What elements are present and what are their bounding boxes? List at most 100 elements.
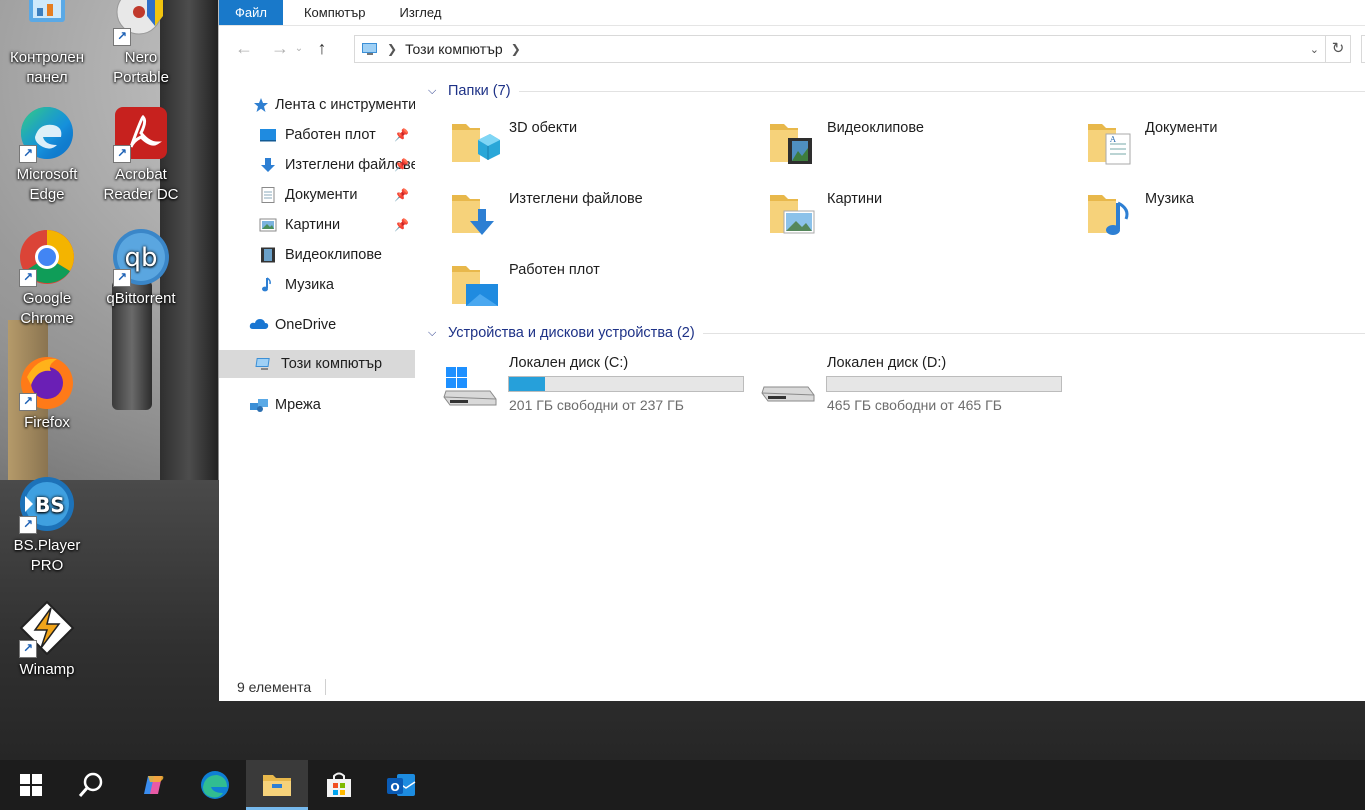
up-arrow-icon[interactable]: ↑: [309, 38, 335, 59]
collapse-chevron-icon[interactable]: ⌵: [428, 327, 442, 340]
address-dropdown-icon[interactable]: ⌄: [1310, 43, 1319, 56]
pin-icon[interactable]: 📌: [394, 188, 409, 202]
search-box[interactable]: [1361, 35, 1365, 63]
content-pane: ⌵ Папки (7) 3D обекти Видеоклипове A Док…: [426, 70, 1365, 660]
shortcut-arrow-icon: ↗: [113, 28, 131, 46]
file-explorer-taskbar-button[interactable]: [246, 760, 308, 810]
nav-item-this-pc[interactable]: Този компютър: [219, 350, 415, 378]
winamp-icon: ↗: [17, 598, 77, 658]
collapse-chevron-icon[interactable]: ⌵: [428, 85, 442, 98]
navigation-pane: Лента с инструменти Работен плот 📌 Изтег…: [219, 90, 416, 670]
nav-item-label: Музика: [285, 277, 334, 293]
copilot-icon: [144, 776, 164, 794]
copilot-button[interactable]: [122, 760, 184, 810]
nav-item-pictures[interactable]: Картини 📌: [219, 211, 415, 239]
nav-item-desktop[interactable]: Работен плот 📌: [219, 121, 415, 149]
windows-drive-icon: [442, 361, 498, 407]
pin-icon[interactable]: 📌: [394, 128, 409, 142]
desktop-icon-qbittorrent[interactable]: qb ↗ qBittorrent: [95, 227, 187, 309]
nav-item-onedrive[interactable]: OneDrive: [219, 311, 415, 339]
desktop-icon-nero[interactable]: ↗ Nero Portable: [95, 0, 187, 88]
edge-taskbar-button[interactable]: [184, 760, 246, 810]
folder-documents[interactable]: A Документи: [1062, 112, 1362, 172]
desktop-icon-acrobat[interactable]: ↗ Acrobat Reader DC: [95, 103, 187, 205]
group-header-folders[interactable]: ⌵ Папки (7): [426, 80, 1365, 102]
network-icon: [249, 397, 268, 413]
3d-objects-folder-icon: [450, 118, 500, 168]
folder-music[interactable]: Музика: [1062, 183, 1362, 243]
tab-computer[interactable]: Компютър: [287, 0, 383, 25]
shortcut-arrow-icon: ↗: [113, 145, 131, 163]
downloads-folder-icon: [450, 189, 500, 239]
recent-locations-chevron-icon[interactable]: ⌄: [293, 43, 305, 54]
desktop-icon-chrome[interactable]: ↗ Google Chrome: [1, 227, 93, 329]
refresh-icon[interactable]: ↻: [1326, 35, 1351, 63]
folder-pictures[interactable]: Картини: [744, 183, 1044, 243]
nero-icon: ↗: [111, 0, 171, 46]
folder-desktop[interactable]: Работен плот: [426, 254, 726, 314]
item-count: 9 елемента: [237, 679, 312, 695]
desktop-icon-label: Google Chrome: [20, 290, 74, 327]
drive-c[interactable]: Локален диск (C:) 201 ГБ свободни от 237…: [426, 355, 746, 415]
outlook-taskbar-button[interactable]: O: [370, 760, 432, 810]
outlook-icon: O: [387, 774, 416, 796]
microsoft-store-icon: [327, 772, 351, 797]
pin-icon[interactable]: 📌: [394, 218, 409, 232]
star-icon: [253, 97, 269, 113]
desktop-icon-bsplayer[interactable]: BS ↗ BS.Player PRO: [1, 474, 93, 576]
pin-icon[interactable]: 📌: [394, 158, 409, 172]
tab-file[interactable]: Файл: [219, 0, 283, 25]
breadcrumb-chevron-icon[interactable]: ❯: [511, 42, 521, 56]
drive-d[interactable]: Локален диск (D:) 465 ГБ свободни от 465…: [744, 355, 1064, 415]
desktop-icon-control-panel[interactable]: Контролен панел: [1, 0, 93, 88]
status-bar: 9 елемента: [219, 673, 1365, 701]
tab-view[interactable]: Изглед: [383, 0, 459, 25]
nav-item-downloads[interactable]: Изтеглени файлове 📌: [219, 151, 415, 179]
desktop-icon: [259, 127, 277, 143]
group-header-devices[interactable]: ⌵ Устройства и дискови устройства (2): [426, 322, 1365, 344]
desktop-icon-label: Acrobat Reader DC: [103, 166, 179, 203]
breadcrumb-this-pc[interactable]: Този компютър: [405, 41, 503, 57]
desktop-icon-winamp[interactable]: ↗ Winamp: [1, 598, 93, 680]
nav-item-music[interactable]: Музика: [219, 271, 415, 299]
breadcrumb-chevron-icon: ❯: [387, 42, 398, 56]
desktop-icon-label: Winamp: [19, 661, 75, 678]
folder-name: Работен плот: [509, 262, 600, 278]
group-divider: [702, 332, 1365, 334]
drive-usage-fill: [509, 377, 545, 391]
start-icon: [20, 774, 42, 796]
start-button[interactable]: [0, 760, 62, 810]
nav-item-label: Документи: [285, 187, 358, 203]
chrome-icon: ↗: [17, 227, 77, 287]
taskbar: O: [0, 760, 1365, 810]
desktop-icon-edge[interactable]: ↗ Microsoft Edge: [1, 103, 93, 205]
desktop-icon-label: BS.Player PRO: [13, 537, 81, 574]
shortcut-arrow-icon: ↗: [19, 640, 37, 658]
nav-item-label: Този компютър: [281, 356, 383, 372]
back-arrow-icon[interactable]: ←: [231, 38, 257, 59]
shortcut-arrow-icon: ↗: [19, 145, 37, 163]
music-folder-icon: [1086, 189, 1136, 239]
nav-quick-access[interactable]: Лента с инструменти: [219, 91, 415, 119]
folder-downloads[interactable]: Изтеглени файлове: [426, 183, 726, 243]
pictures-icon: [259, 217, 277, 233]
nav-item-network[interactable]: Мрежа: [219, 391, 415, 419]
hard-drive-icon: [760, 361, 816, 407]
computer-icon: [361, 41, 381, 57]
folder-videos[interactable]: Видеоклипове: [744, 112, 1044, 172]
forward-arrow-icon[interactable]: →: [267, 38, 293, 59]
ribbon-tabs: Файл Компютър Изглед: [219, 0, 1365, 26]
address-bar[interactable]: ❯ Този компютър ❯ ⌄: [354, 35, 1326, 63]
group-divider: [518, 90, 1365, 92]
search-button[interactable]: [60, 760, 122, 810]
store-taskbar-button[interactable]: [308, 760, 370, 810]
file-explorer-window: Файл Компютър Изглед ← → ⌄ ↑ ❯ Този комп…: [219, 0, 1365, 701]
nav-item-videos[interactable]: Видеоклипове: [219, 241, 415, 269]
folder-3d-objects[interactable]: 3D обекти: [426, 112, 726, 172]
documents-folder-icon: A: [1086, 118, 1136, 168]
desktop-icon-label: Microsoft Edge: [16, 166, 78, 203]
nav-item-documents[interactable]: Документи 📌: [219, 181, 415, 209]
navigation-bar: ← → ⌄ ↑ ❯ Този компютър ❯ ⌄ ↻: [219, 26, 1365, 70]
desktop-icon-firefox[interactable]: ↗ Firefox: [1, 351, 93, 433]
svg-text:O: O: [390, 781, 399, 794]
